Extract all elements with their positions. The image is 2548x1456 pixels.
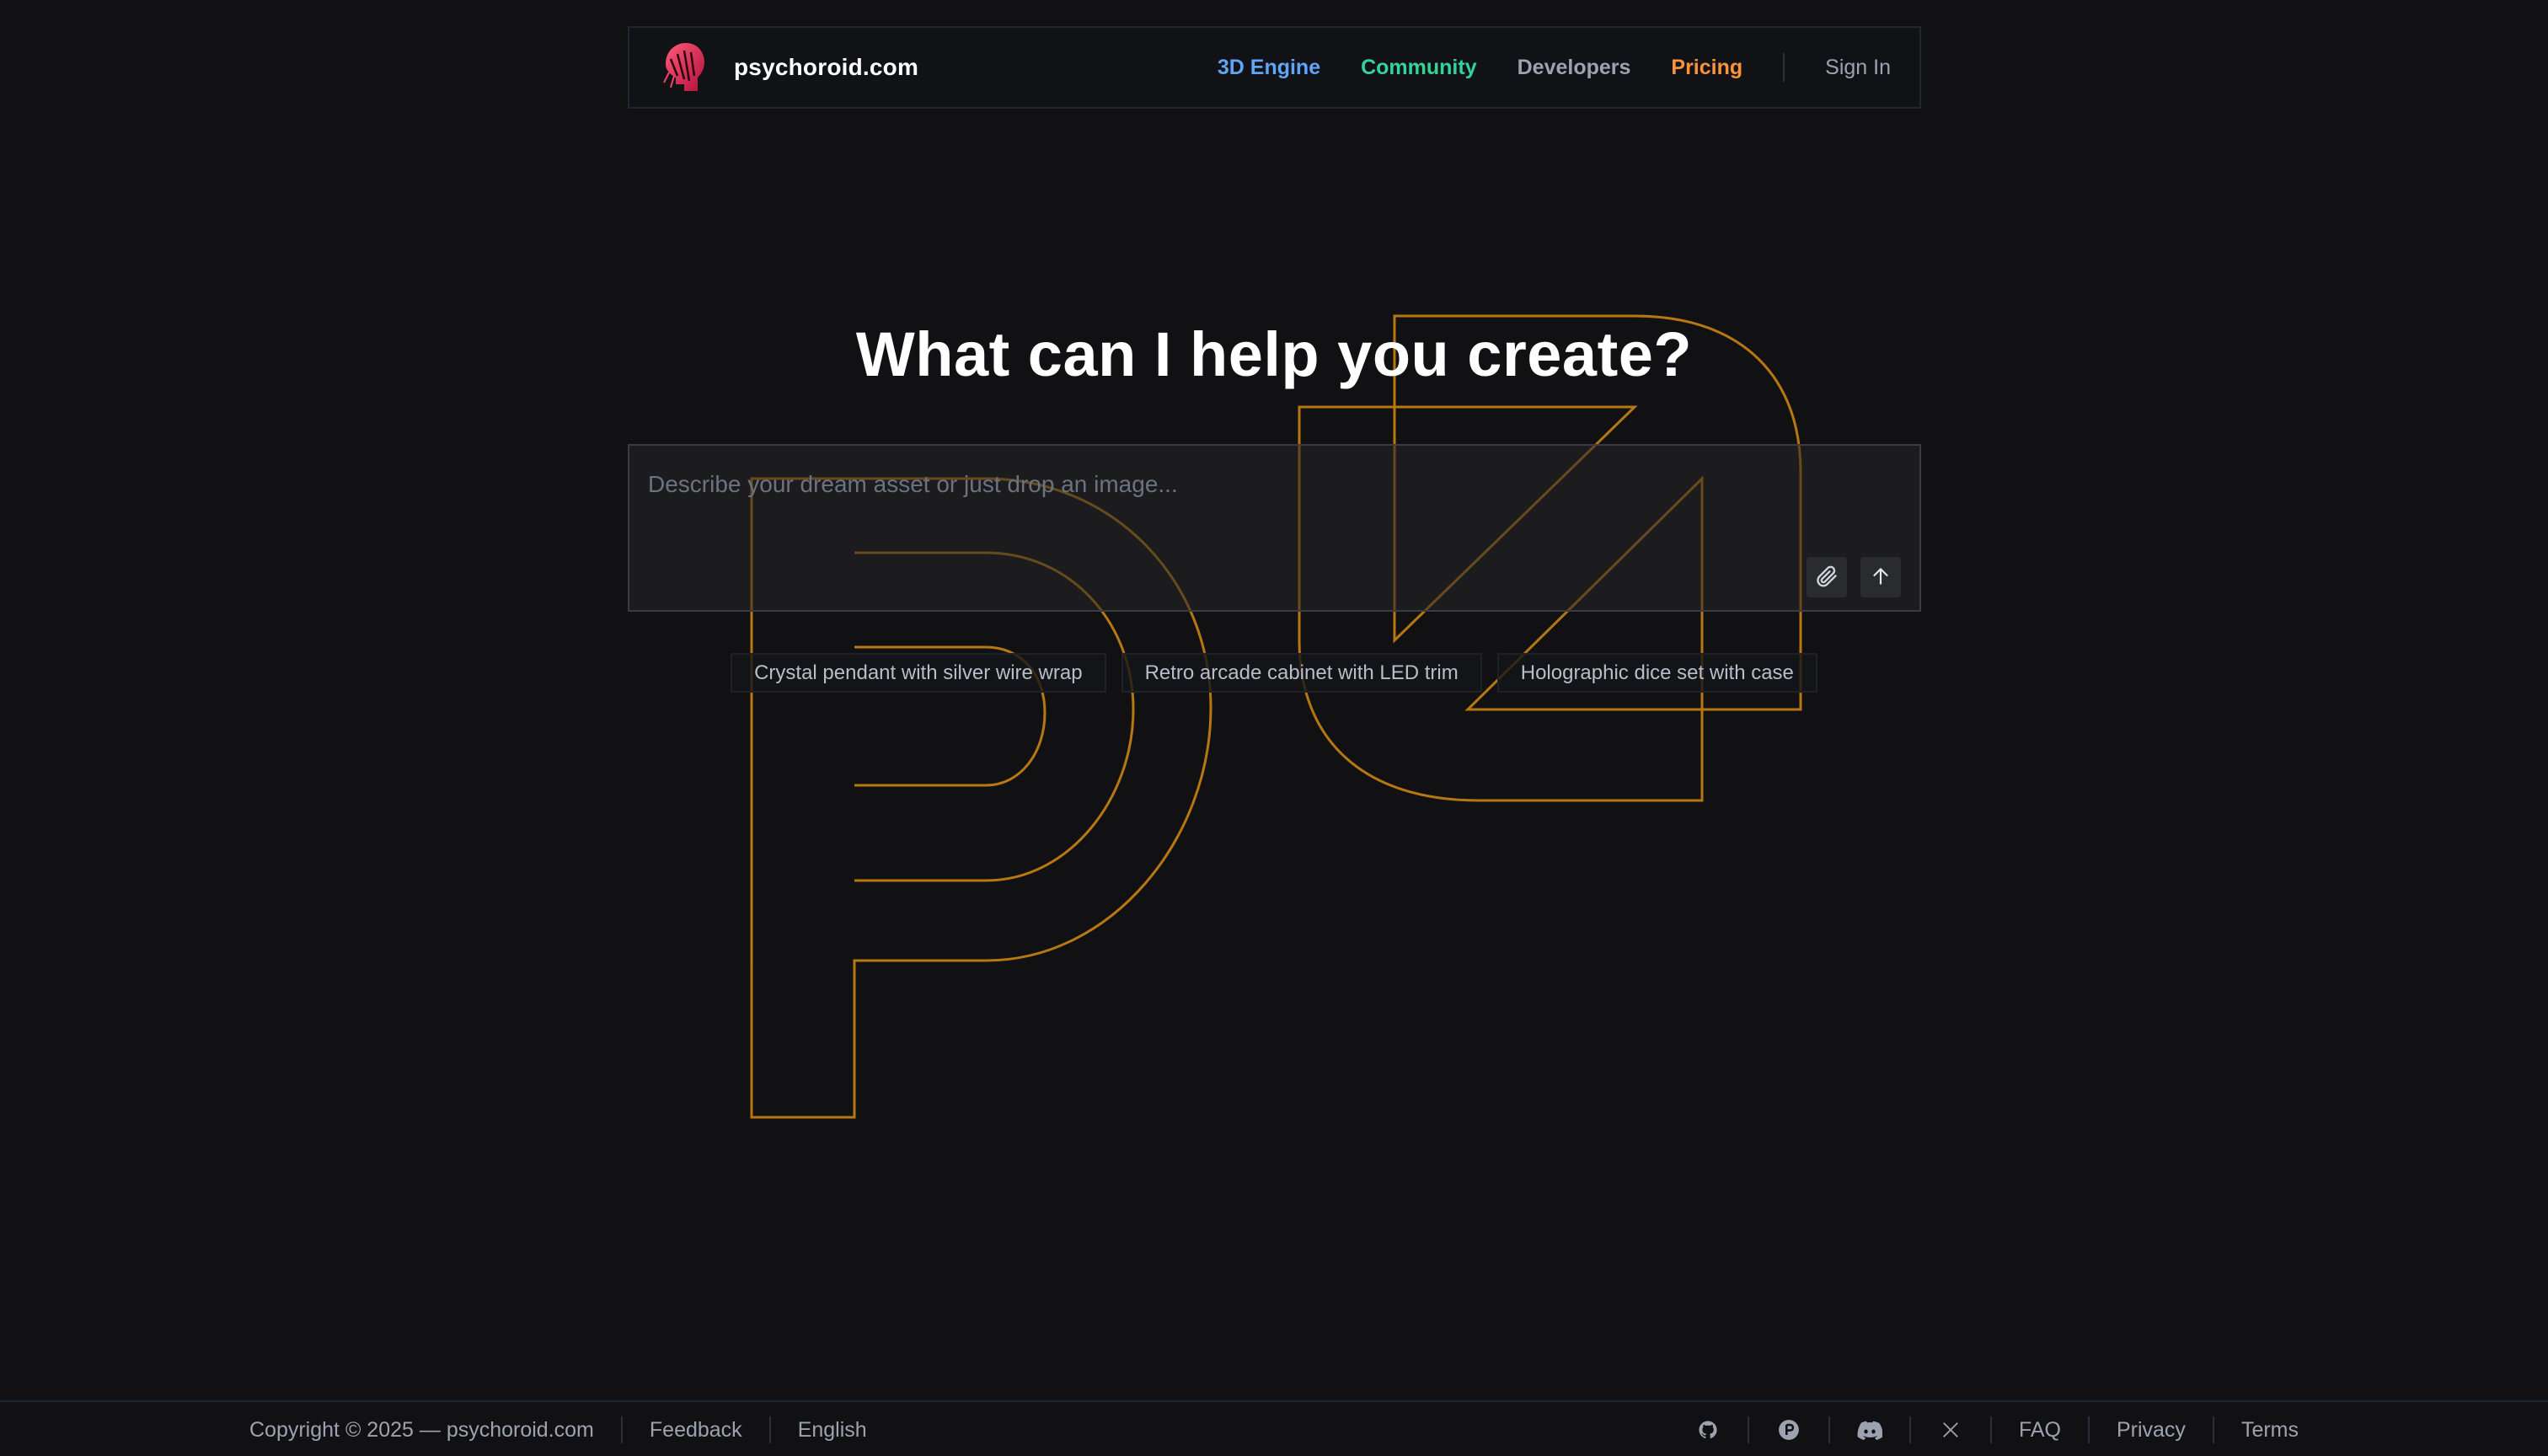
github-icon[interactable] xyxy=(1695,1417,1721,1443)
submit-button[interactable] xyxy=(1860,557,1901,597)
nav-pricing[interactable]: Pricing xyxy=(1671,56,1742,80)
discord-icon[interactable] xyxy=(1857,1417,1882,1443)
arrow-up-icon xyxy=(1870,565,1892,590)
background-logo-outline xyxy=(750,314,1802,1119)
copyright-text: Copyright © 2025 — psychoroid.com xyxy=(249,1417,594,1442)
footer-divider xyxy=(1747,1416,1749,1443)
footer-divider xyxy=(768,1416,771,1443)
footer-divider xyxy=(2212,1416,2214,1443)
brand-logo-icon xyxy=(658,38,709,97)
nav-community[interactable]: Community xyxy=(1361,56,1477,80)
feedback-link[interactable]: Feedback xyxy=(650,1418,742,1443)
suggestion-chips: Crystal pendant with silver wire wrap Re… xyxy=(0,653,2548,693)
terms-link[interactable]: Terms xyxy=(2241,1418,2299,1443)
attach-button[interactable] xyxy=(1807,557,1847,597)
top-navbar: psychoroid.com 3D Engine Community Devel… xyxy=(628,26,1921,109)
footer-divider xyxy=(1908,1416,1911,1443)
suggestion-chip[interactable]: Retro arcade cabinet with LED trim xyxy=(1121,653,1482,693)
x-icon[interactable] xyxy=(1938,1417,1963,1443)
producthunt-icon[interactable] xyxy=(1776,1417,1801,1443)
footer: Copyright © 2025 — psychoroid.com Feedba… xyxy=(0,1400,2548,1456)
footer-divider xyxy=(1989,1416,1992,1443)
nav-3d-engine[interactable]: 3D Engine xyxy=(1218,56,1320,80)
faq-link[interactable]: FAQ xyxy=(2019,1418,2061,1443)
brand-name: psychoroid.com xyxy=(734,54,919,80)
prompt-box xyxy=(628,444,1921,612)
footer-divider xyxy=(1828,1416,1830,1443)
footer-divider xyxy=(2087,1416,2090,1443)
brand[interactable]: psychoroid.com xyxy=(658,38,918,97)
suggestion-chip[interactable]: Crystal pendant with silver wire wrap xyxy=(731,653,1106,693)
hero-title: What can I help you create? xyxy=(855,319,1693,389)
privacy-link[interactable]: Privacy xyxy=(2117,1418,2186,1443)
nav-developers[interactable]: Developers xyxy=(1518,56,1631,80)
main-nav: 3D Engine Community Developers Pricing S… xyxy=(1177,28,1891,107)
nav-divider xyxy=(1783,53,1785,82)
paperclip-icon xyxy=(1815,565,1839,591)
language-selector[interactable]: English xyxy=(798,1418,867,1443)
sign-in-link[interactable]: Sign In xyxy=(1825,56,1891,80)
suggestion-chip[interactable]: Holographic dice set with case xyxy=(1496,653,1817,693)
prompt-input[interactable] xyxy=(648,471,1828,555)
footer-divider xyxy=(620,1416,623,1443)
